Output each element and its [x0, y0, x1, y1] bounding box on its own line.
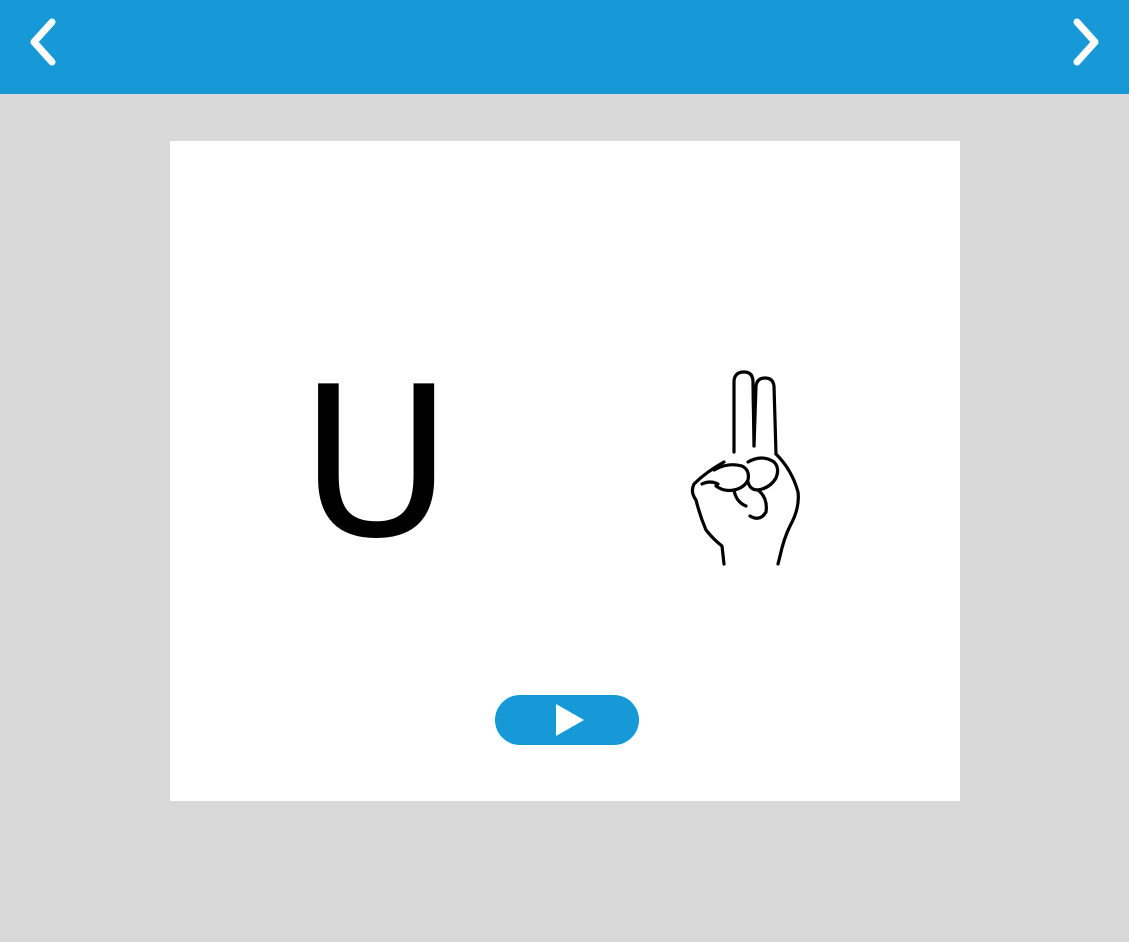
asl-letter-u-hand-icon: [690, 370, 800, 566]
next-button[interactable]: [1057, 10, 1117, 74]
play-button[interactable]: [495, 695, 639, 745]
previous-button[interactable]: [12, 10, 72, 74]
top-bar: [0, 0, 1129, 94]
chevron-left-icon: [30, 18, 56, 66]
letter-display: U: [300, 343, 453, 585]
play-icon: [555, 704, 584, 736]
chevron-right-icon: [1073, 18, 1099, 66]
